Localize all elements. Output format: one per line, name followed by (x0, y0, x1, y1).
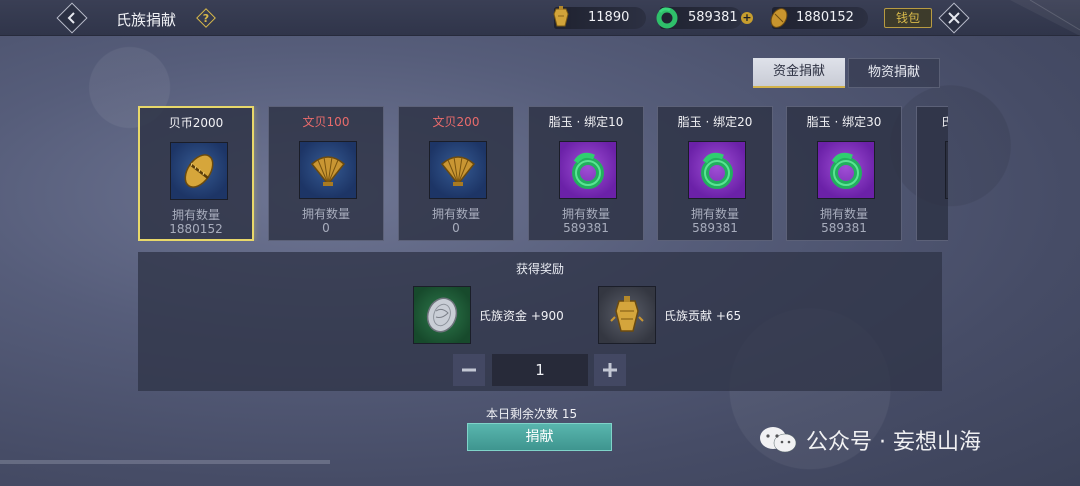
scallop-shell-icon (440, 156, 476, 186)
silver-coin-icon (426, 297, 458, 333)
owned-value: 589381 (821, 221, 867, 235)
card-name: 脂玉 · 绑定10 (548, 115, 624, 129)
plus-icon (603, 363, 617, 377)
bell-coin-icon (553, 6, 569, 27)
watermark-text: 公众号 · 妄想山海 (806, 430, 981, 455)
currency-bell-value: 11890 (588, 10, 630, 25)
add-currency-button[interactable]: + (741, 12, 753, 24)
owned-value: 1880152 (169, 222, 223, 236)
item-frame (817, 141, 875, 199)
top-bar: 氏族捐献 ? 11890 589381 + 1880152 钱包 (0, 0, 1080, 36)
reward-fund-text: 氏族资金 +900 (479, 309, 564, 323)
jade-disc-icon (572, 152, 604, 189)
item-frame (429, 141, 487, 199)
item-frame (945, 141, 948, 199)
reward-item-frame[interactable] (598, 286, 656, 344)
wallet-button[interactable]: 钱包 (884, 8, 932, 28)
tab-material-donation[interactable]: 物资捐献 (848, 58, 940, 88)
owned-value: 589381 (692, 221, 738, 235)
currency-jade-value: 589381 (688, 10, 738, 25)
owned-value: 589381 (563, 221, 609, 235)
back-button[interactable] (56, 2, 88, 34)
corner-ornament-icon (1010, 0, 1080, 36)
donation-card[interactable]: 文贝100 拥有数量 0 (268, 106, 384, 241)
owned-label: 拥有数量 (431, 207, 480, 221)
card-name: 文贝200 (432, 115, 480, 129)
owned-value: 0 (452, 221, 460, 235)
jade-disc-icon (830, 152, 862, 189)
item-frame (299, 141, 357, 199)
donation-card-partial[interactable]: 氏 (916, 106, 948, 241)
jade-disc-icon (701, 152, 733, 189)
remaining-count: 本日剩余次数 15 (486, 407, 578, 421)
chevron-left-icon (67, 12, 75, 24)
increase-button[interactable] (594, 354, 626, 386)
owned-label: 拥有数量 (690, 207, 739, 221)
donation-card[interactable]: 脂玉 · 绑定10 拥有数量 589381 (528, 106, 644, 241)
currency-bell: 11890 (553, 6, 646, 29)
quantity-field[interactable]: 1 (492, 354, 588, 386)
currency-jade: 589381 (656, 7, 742, 29)
question-icon: ? (202, 11, 210, 25)
shell-coin-icon (770, 8, 788, 28)
donation-item-list: 贝币2000 拥有数量 1880152 文贝100 拥有数量 0 文贝200 拥… (138, 106, 948, 241)
wechat-icon (760, 427, 797, 453)
page-title: 氏族捐献 (116, 11, 177, 29)
close-button[interactable] (938, 2, 970, 34)
currency-shell-value: 1880152 (796, 10, 854, 25)
currency-shell: 1880152 (770, 7, 868, 29)
owned-label: 拥有数量 (171, 208, 220, 222)
donation-card[interactable]: 文贝200 拥有数量 0 (398, 106, 514, 241)
close-icon (948, 12, 960, 24)
card-name: 氏 (941, 115, 948, 129)
card-name: 脂玉 · 绑定30 (806, 115, 882, 129)
minus-icon (462, 368, 476, 372)
reward-contribution-text: 氏族贡献 +65 (664, 309, 742, 323)
gold-bell-icon (610, 296, 644, 332)
donate-button[interactable]: 捐献 (467, 423, 612, 451)
item-frame (688, 141, 746, 199)
reward-panel: 获得奖励 氏族资金 +900 氏族贡献 +65 1 (138, 252, 942, 391)
donation-card[interactable]: 脂玉 · 绑定20 拥有数量 589381 (657, 106, 773, 241)
owned-value: 0 (322, 221, 330, 235)
help-button[interactable]: ? (196, 8, 216, 28)
owned-label: 拥有数量 (301, 207, 350, 221)
card-name: 文贝100 (302, 115, 350, 129)
divider (0, 460, 330, 464)
owned-label: 拥有数量 (561, 207, 610, 221)
donation-card[interactable]: 脂玉 · 绑定30 拥有数量 589381 (786, 106, 902, 241)
owned-label: 拥有数量 (819, 207, 868, 221)
watermark: 公众号 · 妄想山海 (758, 424, 981, 456)
reward-item-frame[interactable] (413, 286, 471, 344)
item-frame (170, 142, 228, 200)
card-name: 贝币2000 (168, 116, 224, 130)
card-name: 脂玉 · 绑定20 (677, 115, 753, 129)
item-frame (559, 141, 617, 199)
scallop-shell-icon (310, 156, 346, 186)
tab-fund-donation[interactable]: 资金捐献 (753, 58, 845, 88)
cowrie-shell-icon (184, 154, 214, 188)
decrease-button[interactable] (453, 354, 485, 386)
jade-icon (656, 7, 678, 29)
reward-title: 获得奖励 (515, 262, 564, 276)
donation-card[interactable]: 贝币2000 拥有数量 1880152 (138, 106, 254, 241)
